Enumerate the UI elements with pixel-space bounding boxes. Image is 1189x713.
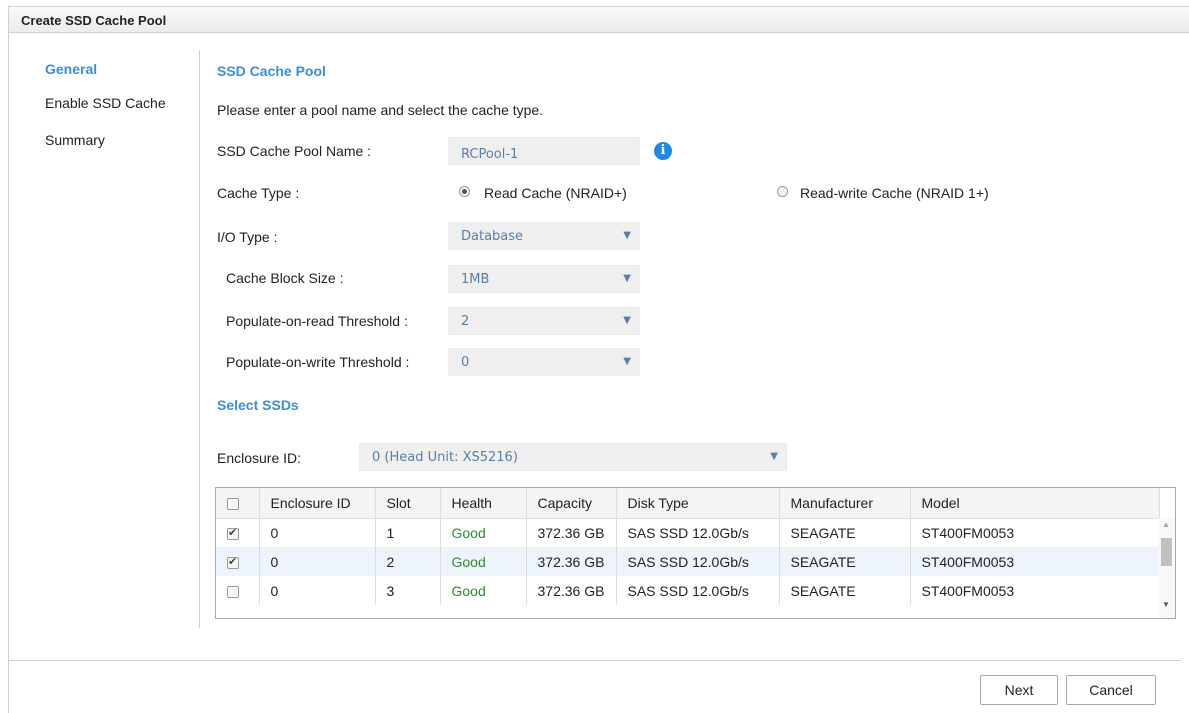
- model-cell: ST400FM0053: [910, 518, 1160, 547]
- radio-read-cache[interactable]: [459, 186, 470, 197]
- health-cell: Good: [440, 547, 527, 576]
- populate-on-read-select[interactable]: 2 ▼: [448, 307, 640, 335]
- scroll-down-arrow-icon[interactable]: ▼: [1162, 600, 1170, 609]
- column-header[interactable]: Model: [910, 488, 1160, 519]
- column-header[interactable]: Slot: [375, 488, 441, 519]
- populate-on-read-value: 2: [461, 314, 470, 329]
- model-cell: ST400FM0053: [910, 547, 1160, 576]
- io-type-label: I/O Type :: [217, 229, 278, 245]
- disk-type-cell: SAS SSD 12.0Gb/s: [616, 547, 780, 576]
- nav-item-general[interactable]: General: [45, 61, 97, 77]
- cache-type-label: Cache Type :: [217, 185, 300, 201]
- select-all-checkbox[interactable]: [227, 498, 239, 511]
- slot-cell: 3: [375, 576, 441, 605]
- populate-on-write-label: Populate-on-write Threshold :: [226, 354, 410, 370]
- select-all-cell[interactable]: [216, 488, 260, 519]
- instruction-text: Please enter a pool name and select the …: [217, 102, 544, 118]
- column-header[interactable]: Health: [440, 488, 527, 519]
- health-cell: Good: [440, 518, 527, 547]
- populate-on-write-value: 0: [461, 355, 470, 370]
- cancel-button[interactable]: Cancel: [1066, 675, 1156, 705]
- enclosure-cell: 0: [259, 547, 376, 576]
- info-icon[interactable]: i: [654, 142, 672, 160]
- enclosure-id-label: Enclosure ID:: [217, 450, 302, 466]
- enclosure-cell: 0: [259, 518, 376, 547]
- next-button[interactable]: Next: [980, 675, 1058, 705]
- enclosure-id-select[interactable]: 0 (Head Unit: XS5216) ▼: [359, 443, 787, 471]
- table-header-row: Enclosure ID Slot Health Capacity Disk T…: [216, 488, 1160, 519]
- scroll-up-arrow-icon[interactable]: ▲: [1162, 520, 1170, 529]
- pool-name-input[interactable]: [448, 137, 640, 165]
- column-header[interactable]: Enclosure ID: [259, 488, 376, 519]
- row-checkbox-cell[interactable]: [216, 576, 260, 605]
- manufacturer-cell: SEAGATE: [779, 547, 911, 576]
- dropdown-arrow-icon: ▼: [623, 273, 631, 284]
- nav-divider: [199, 50, 200, 628]
- table-scrollbar[interactable]: ▲ ▼: [1158, 518, 1175, 618]
- enclosure-id-value: 0 (Head Unit: XS5216): [372, 450, 518, 465]
- radio-read-write-cache[interactable]: [777, 186, 788, 197]
- cache-block-size-label: Cache Block Size :: [226, 270, 344, 286]
- model-cell: ST400FM0053: [910, 576, 1160, 605]
- row-checkbox[interactable]: [227, 555, 239, 569]
- footer-divider: [8, 660, 1181, 661]
- row-checkbox[interactable]: [227, 585, 239, 598]
- disk-type-cell: SAS SSD 12.0Gb/s: [616, 576, 780, 605]
- capacity-cell: 372.36 GB: [526, 518, 617, 547]
- io-type-select[interactable]: Database ▼: [448, 222, 640, 250]
- radio-read-cache-label[interactable]: Read Cache (NRAID+): [484, 185, 627, 201]
- nav-item-summary[interactable]: Summary: [45, 132, 105, 148]
- row-checkbox-cell[interactable]: [216, 547, 260, 576]
- table-row[interactable]: 0 2 Good 372.36 GB SAS SSD 12.0Gb/s SEAG…: [216, 547, 1160, 576]
- dropdown-arrow-icon: ▼: [770, 451, 778, 462]
- row-checkbox-cell[interactable]: [216, 518, 260, 547]
- ssd-table-grid: Enclosure ID Slot Health Capacity Disk T…: [216, 488, 1160, 605]
- cache-block-size-value: 1MB: [461, 272, 490, 287]
- dropdown-arrow-icon: ▼: [623, 356, 631, 367]
- populate-on-write-select[interactable]: 0 ▼: [448, 348, 640, 376]
- populate-on-read-label: Populate-on-read Threshold :: [226, 313, 408, 329]
- table-row[interactable]: 0 3 Good 372.36 GB SAS SSD 12.0Gb/s SEAG…: [216, 576, 1160, 605]
- column-header[interactable]: Disk Type: [616, 488, 780, 519]
- nav-item-enable-ssd-cache[interactable]: Enable SSD Cache: [45, 95, 166, 111]
- capacity-cell: 372.36 GB: [526, 576, 617, 605]
- pool-name-label: SSD Cache Pool Name :: [217, 143, 372, 159]
- slot-cell: 1: [375, 518, 441, 547]
- cache-block-size-select[interactable]: 1MB ▼: [448, 265, 640, 293]
- enclosure-cell: 0: [259, 576, 376, 605]
- health-cell: Good: [440, 576, 527, 605]
- table-row[interactable]: 0 1 Good 372.36 GB SAS SSD 12.0Gb/s SEAG…: [216, 518, 1160, 547]
- dialog-title: Create SSD Cache Pool: [21, 13, 167, 28]
- dialog-title-bar: Create SSD Cache Pool: [8, 6, 1189, 33]
- radio-read-write-cache-label[interactable]: Read-write Cache (NRAID 1+): [800, 185, 989, 201]
- dropdown-arrow-icon: ▼: [623, 230, 631, 241]
- capacity-cell: 372.36 GB: [526, 547, 617, 576]
- dropdown-arrow-icon: ▼: [623, 315, 631, 326]
- manufacturer-cell: SEAGATE: [779, 576, 911, 605]
- io-type-value: Database: [461, 229, 524, 244]
- section-title-select-ssds: Select SSDs: [217, 397, 299, 413]
- column-header[interactable]: Manufacturer: [779, 488, 911, 519]
- scroll-thumb[interactable]: [1161, 538, 1172, 566]
- column-header[interactable]: Capacity: [526, 488, 617, 519]
- manufacturer-cell: SEAGATE: [779, 518, 911, 547]
- ssd-table: Enclosure ID Slot Health Capacity Disk T…: [215, 487, 1176, 619]
- disk-type-cell: SAS SSD 12.0Gb/s: [616, 518, 780, 547]
- slot-cell: 2: [375, 547, 441, 576]
- row-checkbox[interactable]: [227, 526, 239, 541]
- section-title-ssd-cache-pool: SSD Cache Pool: [217, 63, 326, 79]
